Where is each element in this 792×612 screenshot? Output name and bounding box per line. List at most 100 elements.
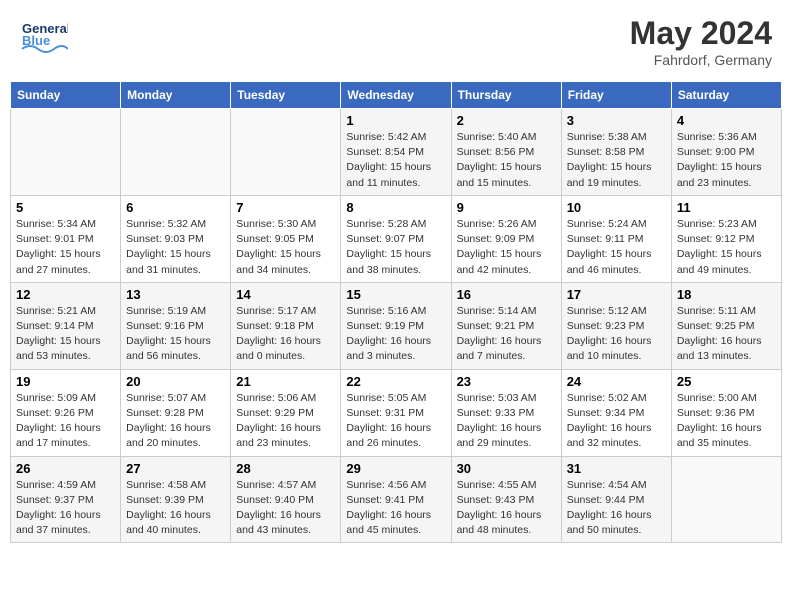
location-subtitle: Fahrdorf, Germany — [630, 52, 772, 68]
day-info: Sunrise: 4:55 AM Sunset: 9:43 PM Dayligh… — [457, 478, 556, 539]
day-info: Sunrise: 5:24 AM Sunset: 9:11 PM Dayligh… — [567, 217, 666, 278]
month-year-title: May 2024 — [630, 15, 772, 52]
day-number: 24 — [567, 374, 666, 389]
calendar-day-cell: 25 Sunrise: 5:00 AM Sunset: 9:36 PM Dayli… — [671, 369, 781, 456]
calendar-day-cell: 16Sunrise: 5:14 AM Sunset: 9:21 PM Dayli… — [451, 282, 561, 369]
day-info: Sunrise: 5:06 AM Sunset: 9:29 PM Dayligh… — [236, 391, 335, 452]
calendar-day-cell: 17 Sunrise: 5:12 AM Sunset: 9:23 PM Dayli… — [561, 282, 671, 369]
day-info: Sunrise: 4:58 AM Sunset: 9:39 PM Dayligh… — [126, 478, 225, 539]
day-number: 18 — [677, 287, 776, 302]
day-info: Sunrise: 5:12 AM Sunset: 9:23 PM Dayligh… — [567, 304, 666, 365]
calendar-body: 1Sunrise: 5:42 AM Sunset: 8:54 PM Daylig… — [11, 109, 782, 543]
calendar-day-cell: 13 Sunrise: 5:19 AM Sunset: 9:16 PM Dayli… — [121, 282, 231, 369]
calendar-day-cell: 8Sunrise: 5:28 AM Sunset: 9:07 PM Daylig… — [341, 195, 451, 282]
calendar-day-cell — [11, 109, 121, 196]
calendar-day-cell: 20Sunrise: 5:07 AM Sunset: 9:28 PM Dayli… — [121, 369, 231, 456]
day-number: 30 — [457, 461, 556, 476]
day-number: 25 — [677, 374, 776, 389]
calendar-day-cell — [231, 109, 341, 196]
day-info: Sunrise: 5:02 AM Sunset: 9:34 PM Dayligh… — [567, 391, 666, 452]
title-block: May 2024 Fahrdorf, Germany — [630, 15, 772, 68]
day-number: 20 — [126, 374, 225, 389]
day-number: 19 — [16, 374, 115, 389]
day-number: 15 — [346, 287, 445, 302]
day-info: Sunrise: 4:57 AM Sunset: 9:40 PM Dayligh… — [236, 478, 335, 539]
calendar-day-cell: 2Sunrise: 5:40 AM Sunset: 8:56 PM Daylig… — [451, 109, 561, 196]
weekday-header-cell: Tuesday — [231, 82, 341, 109]
day-number: 11 — [677, 200, 776, 215]
day-info: Sunrise: 4:54 AM Sunset: 9:44 PM Dayligh… — [567, 478, 666, 539]
calendar-day-cell: 12Sunrise: 5:21 AM Sunset: 9:14 PM Dayli… — [11, 282, 121, 369]
calendar-day-cell: 19 Sunrise: 5:09 AM Sunset: 9:26 PM Dayli… — [11, 369, 121, 456]
page-header: General Blue May 2024 Fahrdorf, Germany — [10, 10, 782, 73]
calendar-day-cell — [121, 109, 231, 196]
weekday-header-cell: Sunday — [11, 82, 121, 109]
calendar-day-cell: 29 Sunrise: 4:56 AM Sunset: 9:41 PM Dayli… — [341, 456, 451, 543]
day-number: 17 — [567, 287, 666, 302]
day-number: 13 — [126, 287, 225, 302]
day-info: Sunrise: 5:36 AM Sunset: 9:00 PM Dayligh… — [677, 130, 776, 191]
day-info: Sunrise: 5:30 AM Sunset: 9:05 PM Dayligh… — [236, 217, 335, 278]
day-info: Sunrise: 5:42 AM Sunset: 8:54 PM Dayligh… — [346, 130, 445, 191]
day-number: 12 — [16, 287, 115, 302]
day-info: Sunrise: 5:34 AM Sunset: 9:01 PM Dayligh… — [16, 217, 115, 278]
day-info: Sunrise: 5:17 AM Sunset: 9:18 PM Dayligh… — [236, 304, 335, 365]
day-info: Sunrise: 5:19 AM Sunset: 9:16 PM Dayligh… — [126, 304, 225, 365]
day-number: 23 — [457, 374, 556, 389]
calendar-day-cell: 30 Sunrise: 4:55 AM Sunset: 9:43 PM Dayli… — [451, 456, 561, 543]
calendar-day-cell: 22 Sunrise: 5:05 AM Sunset: 9:31 PM Dayli… — [341, 369, 451, 456]
calendar-day-cell: 4 Sunrise: 5:36 AM Sunset: 9:00 PM Daylig… — [671, 109, 781, 196]
calendar-day-cell: 14 Sunrise: 5:17 AM Sunset: 9:18 PM Dayli… — [231, 282, 341, 369]
weekday-header-cell: Saturday — [671, 82, 781, 109]
day-number: 21 — [236, 374, 335, 389]
calendar-day-cell: 3Sunrise: 5:38 AM Sunset: 8:58 PM Daylig… — [561, 109, 671, 196]
day-number: 29 — [346, 461, 445, 476]
day-info: Sunrise: 4:59 AM Sunset: 9:37 PM Dayligh… — [16, 478, 115, 539]
day-number: 16 — [457, 287, 556, 302]
day-number: 2 — [457, 113, 556, 128]
day-info: Sunrise: 5:09 AM Sunset: 9:26 PM Dayligh… — [16, 391, 115, 452]
calendar-day-cell: 24 Sunrise: 5:02 AM Sunset: 9:34 PM Dayli… — [561, 369, 671, 456]
day-number: 6 — [126, 200, 225, 215]
calendar-day-cell: 21 Sunrise: 5:06 AM Sunset: 9:29 PM Dayli… — [231, 369, 341, 456]
calendar-day-cell: 11 Sunrise: 5:23 AM Sunset: 9:12 PM Dayli… — [671, 195, 781, 282]
day-info: Sunrise: 5:05 AM Sunset: 9:31 PM Dayligh… — [346, 391, 445, 452]
day-number: 22 — [346, 374, 445, 389]
calendar-day-cell: 10 Sunrise: 5:24 AM Sunset: 9:11 PM Dayli… — [561, 195, 671, 282]
calendar-day-cell: 6 Sunrise: 5:32 AM Sunset: 9:03 PM Daylig… — [121, 195, 231, 282]
day-number: 28 — [236, 461, 335, 476]
day-number: 31 — [567, 461, 666, 476]
day-info: Sunrise: 4:56 AM Sunset: 9:41 PM Dayligh… — [346, 478, 445, 539]
calendar-day-cell: 26Sunrise: 4:59 AM Sunset: 9:37 PM Dayli… — [11, 456, 121, 543]
day-info: Sunrise: 5:16 AM Sunset: 9:19 PM Dayligh… — [346, 304, 445, 365]
calendar-day-cell: 18 Sunrise: 5:11 AM Sunset: 9:25 PM Dayli… — [671, 282, 781, 369]
day-number: 8 — [346, 200, 445, 215]
day-number: 7 — [236, 200, 335, 215]
weekday-header-cell: Wednesday — [341, 82, 451, 109]
calendar-day-cell: 31 Sunrise: 4:54 AM Sunset: 9:44 PM Dayli… — [561, 456, 671, 543]
day-info: Sunrise: 5:23 AM Sunset: 9:12 PM Dayligh… — [677, 217, 776, 278]
day-info: Sunrise: 5:03 AM Sunset: 9:33 PM Dayligh… — [457, 391, 556, 452]
logo: General Blue — [20, 15, 68, 53]
day-info: Sunrise: 5:00 AM Sunset: 9:36 PM Dayligh… — [677, 391, 776, 452]
logo-icon: General Blue — [20, 15, 68, 53]
day-number: 4 — [677, 113, 776, 128]
calendar-week-row: 1Sunrise: 5:42 AM Sunset: 8:54 PM Daylig… — [11, 109, 782, 196]
calendar-day-cell: 9Sunrise: 5:26 AM Sunset: 9:09 PM Daylig… — [451, 195, 561, 282]
day-info: Sunrise: 5:26 AM Sunset: 9:09 PM Dayligh… — [457, 217, 556, 278]
weekday-header-cell: Friday — [561, 82, 671, 109]
calendar-week-row: 26Sunrise: 4:59 AM Sunset: 9:37 PM Dayli… — [11, 456, 782, 543]
calendar-day-cell: 28 Sunrise: 4:57 AM Sunset: 9:40 PM Dayli… — [231, 456, 341, 543]
day-info: Sunrise: 5:11 AM Sunset: 9:25 PM Dayligh… — [677, 304, 776, 365]
day-info: Sunrise: 5:32 AM Sunset: 9:03 PM Dayligh… — [126, 217, 225, 278]
calendar-day-cell: 23 Sunrise: 5:03 AM Sunset: 9:33 PM Dayli… — [451, 369, 561, 456]
weekday-header-cell: Monday — [121, 82, 231, 109]
calendar-day-cell: 5 Sunrise: 5:34 AM Sunset: 9:01 PM Daylig… — [11, 195, 121, 282]
day-number: 10 — [567, 200, 666, 215]
day-number: 5 — [16, 200, 115, 215]
calendar-table: SundayMondayTuesdayWednesdayThursdayFrid… — [10, 81, 782, 543]
day-number: 14 — [236, 287, 335, 302]
calendar-day-cell: 1Sunrise: 5:42 AM Sunset: 8:54 PM Daylig… — [341, 109, 451, 196]
calendar-day-cell: 15 Sunrise: 5:16 AM Sunset: 9:19 PM Dayli… — [341, 282, 451, 369]
weekday-header-cell: Thursday — [451, 82, 561, 109]
